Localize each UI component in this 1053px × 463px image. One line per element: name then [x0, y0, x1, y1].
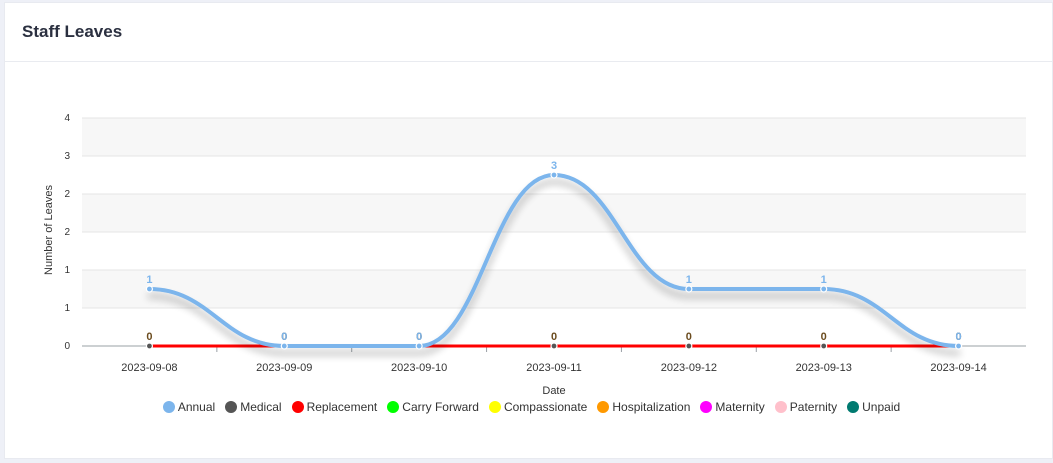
data-label: 0 [551, 331, 557, 343]
legend-marker [488, 401, 501, 413]
y-tick-label: 1 [64, 265, 70, 276]
legend-label: Compassionate [503, 400, 588, 414]
data-label: 0 [146, 331, 152, 343]
x-tick-label: 2023-09-08 [121, 362, 177, 374]
legend-item-maternity[interactable]: Maternity [700, 400, 765, 414]
legend-marker [774, 401, 787, 413]
data-label: 3 [551, 160, 557, 172]
legend-label: Paternity [789, 400, 838, 414]
plot-band [82, 270, 1026, 308]
data-label: 1 [821, 274, 827, 286]
data-point[interactable] [280, 342, 288, 350]
plot-band [82, 194, 1026, 232]
data-point[interactable] [820, 342, 828, 350]
legend-label: Annual [177, 400, 216, 414]
x-axis-title: Date [542, 385, 565, 397]
y-tick-label: 3 [64, 151, 70, 162]
data-label: 0 [686, 331, 692, 343]
y-axis-title: Number of Leaves [43, 185, 55, 275]
data-point[interactable] [550, 342, 558, 350]
data-point[interactable] [685, 285, 693, 293]
legend-item-hospitalization[interactable]: Hospitalization [597, 400, 690, 414]
data-point[interactable] [820, 285, 828, 293]
legend-marker [847, 401, 860, 413]
legend-label: Medical [240, 400, 282, 414]
data-point[interactable] [685, 342, 693, 350]
data-label: 1 [146, 274, 152, 286]
data-point[interactable] [145, 342, 154, 350]
y-axis-ticks: 0 1 1 2 2 3 4 [64, 113, 70, 352]
data-labels: 0 0 0 0 0 0 010 031 10 [146, 160, 961, 343]
x-tick-label: 2023-09-14 [930, 362, 986, 374]
y-tick-label: 2 [64, 189, 70, 200]
data-point[interactable] [550, 171, 558, 179]
data-point[interactable] [415, 342, 423, 350]
chart-legend: Annual Medical Replacement Carry Forward Com… [0, 400, 1053, 414]
x-tick-label: 2023-09-10 [391, 362, 447, 374]
y-tick-label: 0 [64, 341, 70, 352]
plot-bands [82, 118, 1026, 308]
legend-item-carry-forward[interactable]: Carry Forward [387, 400, 479, 414]
x-tick-label: 2023-09-09 [256, 362, 312, 374]
legend-label: Replacement [306, 400, 378, 414]
legend-marker [387, 401, 400, 413]
data-point[interactable] [145, 285, 154, 293]
legend-marker [700, 401, 713, 413]
x-tick-label: 2023-09-12 [661, 362, 717, 374]
legend-item-unpaid[interactable]: Unpaid [847, 400, 900, 414]
legend-label: Unpaid [862, 400, 901, 414]
legend-marker [597, 401, 610, 413]
x-tick-label: 2023-09-11 [526, 362, 581, 374]
x-tick-label: 2023-09-13 [796, 362, 852, 374]
staff-leaves-chart: 0112234 Number of Leaves 2023-09-08 2023-… [43, 113, 1026, 397]
legend-marker [162, 401, 175, 413]
legend-item-medical[interactable]: Medical [225, 400, 282, 414]
legend-label: Maternity [715, 400, 765, 414]
legend-marker [291, 401, 304, 413]
legend-label: Carry Forward [402, 400, 479, 414]
y-tick-label: 1 [64, 303, 70, 314]
data-label: 0 [416, 331, 422, 343]
legend-label: Hospitalization [612, 400, 691, 414]
data-point[interactable] [954, 342, 963, 350]
legend-item-annual[interactable]: Annual [162, 400, 216, 414]
plot-band [82, 118, 1026, 156]
legend-item-compassionate[interactable]: Compassionate [488, 400, 588, 414]
data-label: 1 [686, 274, 692, 286]
y-tick-label: 4 [64, 113, 70, 124]
legend-item-paternity[interactable]: Paternity [774, 400, 838, 414]
x-axis-ticks: 2023-09-08 2023-09-09 2023-09-10 2023-09-11… [121, 346, 987, 374]
data-label: 0 [956, 331, 962, 343]
legend-marker [225, 401, 238, 413]
data-label: 0 [821, 331, 827, 343]
legend-item-replacement[interactable]: Replacement [291, 400, 378, 414]
y-tick-label: 2 [64, 227, 70, 238]
data-label: 0 [281, 331, 287, 343]
